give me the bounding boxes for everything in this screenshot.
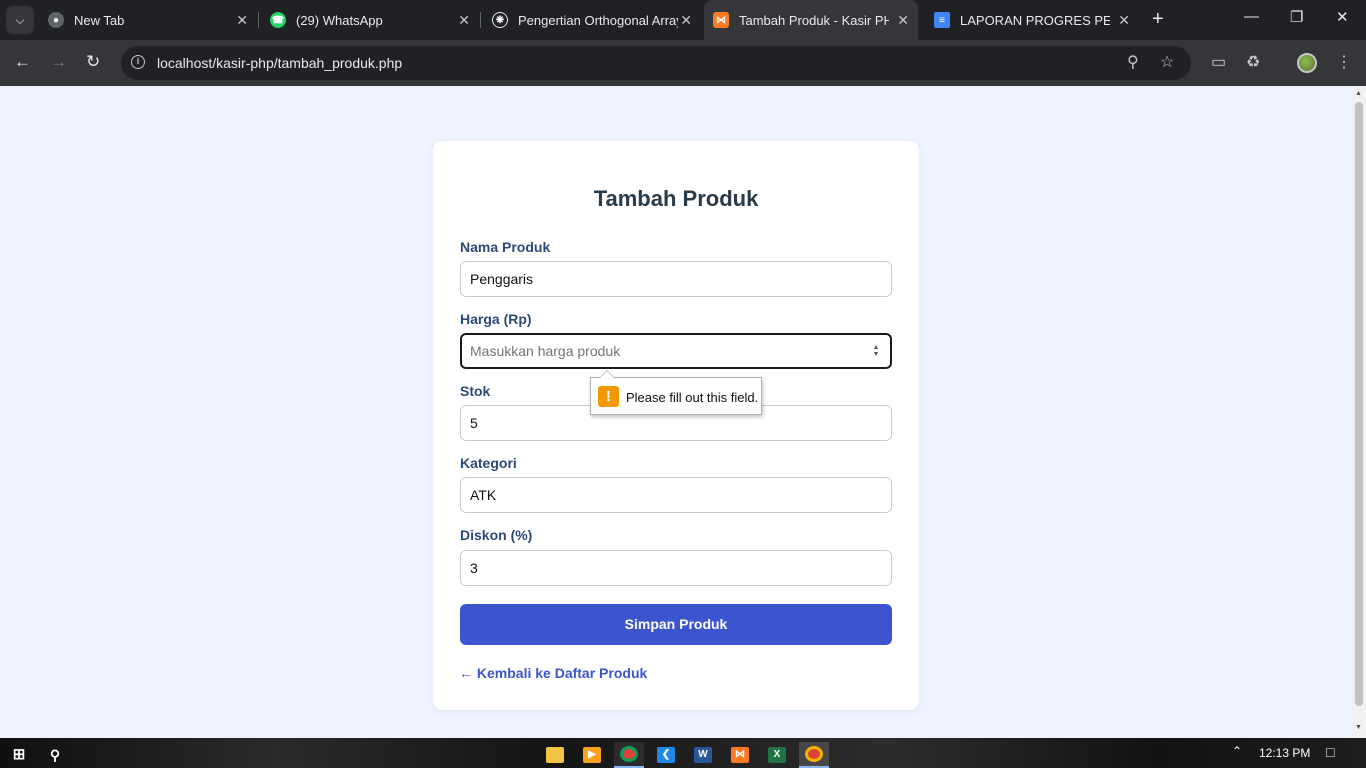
page-title: Tambah Produk [593,186,759,211]
scroll-up-icon[interactable]: ▲ [1355,90,1362,97]
spin-down-icon[interactable]: ▼ [872,351,880,358]
chevron-down-icon: ⌵ [15,12,25,27]
harga-input[interactable]: Masukkan harga produk ▲ ▼ [460,333,892,369]
harga-placeholder: Masukkan harga produk [470,343,621,359]
xampp-icon: ⋈ [713,12,729,28]
taskbar-excel[interactable]: X [762,742,792,768]
taskbar-search-button[interactable]: ⚲ [40,742,70,768]
scroll-down-icon[interactable]: ▼ [1355,724,1362,731]
close-icon[interactable]: ✕ [236,12,248,29]
taskbar-media-player[interactable]: ▶ [577,742,607,768]
whatsapp-icon: ☎ [270,12,286,28]
tab-separator [258,12,259,28]
notification-icon[interactable]: □ [1326,744,1334,760]
reload-icon[interactable]: ↻ [86,52,100,72]
tab-separator [480,12,481,28]
search-icon: ⚲ [49,747,61,763]
browser-toolbar: ← → ↻ i localhost/kasir-php/tambah_produ… [0,40,1366,86]
stok-label: Stok [460,383,491,399]
taskbar-chrome[interactable] [614,742,644,768]
profile-avatar[interactable] [1297,53,1317,73]
back-to-list-link[interactable]: ← Kembali ke Daftar Produk [459,665,647,681]
chrome-icon [805,746,823,762]
back-icon[interactable]: ← [14,52,31,72]
validation-tooltip: ! Please fill out this field. [590,370,762,415]
minimize-icon[interactable]: — [1244,8,1259,25]
restore-icon[interactable]: ❐ [1290,8,1303,26]
spin-up-icon[interactable]: ▲ [872,344,880,351]
nama-produk-label: Nama Produk [460,239,551,255]
diskon-label: Diskon (%) [460,527,533,543]
address-bar[interactable]: i localhost/kasir-php/tambah_produk.php [121,46,1191,80]
file-explorer-icon [546,747,564,763]
diskon-input[interactable]: 3 [460,550,892,586]
warning-icon: ! [598,386,619,407]
tab-whatsapp[interactable]: ☎ (29) WhatsApp ✕ [270,6,470,34]
taskbar-file-explorer[interactable] [540,742,570,768]
kategori-label: Kategori [460,455,517,471]
url-text[interactable]: localhost/kasir-php/tambah_produk.php [157,55,402,71]
zoom-icon[interactable]: ⚲ [1127,52,1139,72]
xampp-icon: ⋈ [731,747,749,763]
chrome-icon: ● [48,12,64,28]
tray-chevron-icon[interactable]: ⌃ [1232,744,1242,758]
taskbar-word[interactable]: W [688,742,718,768]
extensions-icon[interactable]: ♻ [1246,52,1260,72]
close-icon[interactable]: ✕ [897,12,909,29]
tab-new-tab[interactable]: ● New Tab ✕ [48,6,248,34]
tab-laporan-progres[interactable]: ≡ LAPORAN PROGRES PENGUJIAN ✕ [934,6,1130,34]
simpan-produk-button[interactable]: Simpan Produk [460,604,892,645]
scrollbar-thumb[interactable] [1355,102,1363,706]
tab-search-button[interactable]: ⌵ [6,6,34,34]
vscode-icon: ❮ [657,747,675,763]
tab-strip: ⌵ ● New Tab ✕ ☎ (29) WhatsApp ✕ ❋ Penger… [0,0,1366,40]
close-icon[interactable]: ✕ [680,12,692,29]
kategori-input[interactable]: ATK [460,477,892,513]
windows-taskbar: ⊞ ⚲ ▶ ❮ W ⋈ X ⌃ 12:13 PM □ [0,738,1366,768]
site-info-icon[interactable]: i [131,55,145,69]
nama-produk-input[interactable]: Penggaris [460,261,892,297]
taskbar-xampp[interactable]: ⋈ [725,742,755,768]
new-tab-button[interactable]: + [1152,8,1164,31]
windows-logo-icon: ⊞ [12,746,26,763]
media-player-icon: ▶ [583,747,601,763]
extension-pin-icon[interactable]: ▭ [1211,52,1226,72]
harga-label: Harga (Rp) [460,311,532,327]
page-scrollbar[interactable]: ▲ ▼ [1352,86,1366,738]
chrome-icon [620,746,638,762]
excel-icon: X [768,747,786,763]
menu-kebab-icon[interactable]: ⋮ [1336,52,1352,72]
openai-icon: ❋ [492,12,508,28]
close-icon[interactable]: ✕ [1118,12,1130,29]
tab-orthogonal-array[interactable]: ❋ Pengertian Orthogonal Array ✕ [492,6,692,34]
number-spinner[interactable]: ▲ ▼ [872,344,880,358]
taskbar-vscode[interactable]: ❮ [651,742,681,768]
taskbar-clock[interactable]: 12:13 PM [1259,746,1310,760]
validation-message: Please fill out this field. [626,390,759,405]
windows-start-button[interactable]: ⊞ [4,742,34,768]
word-icon: W [694,747,712,763]
forward-icon[interactable]: → [50,52,67,72]
close-icon[interactable]: ✕ [458,12,470,29]
close-window-icon[interactable]: ✕ [1336,8,1349,26]
bookmark-star-icon[interactable]: ☆ [1160,52,1174,72]
google-docs-icon: ≡ [934,12,950,28]
taskbar-chrome-active[interactable] [799,742,829,768]
tab-tambah-produk[interactable]: ⋈ Tambah Produk - Kasir PHP ✕ [704,0,918,40]
